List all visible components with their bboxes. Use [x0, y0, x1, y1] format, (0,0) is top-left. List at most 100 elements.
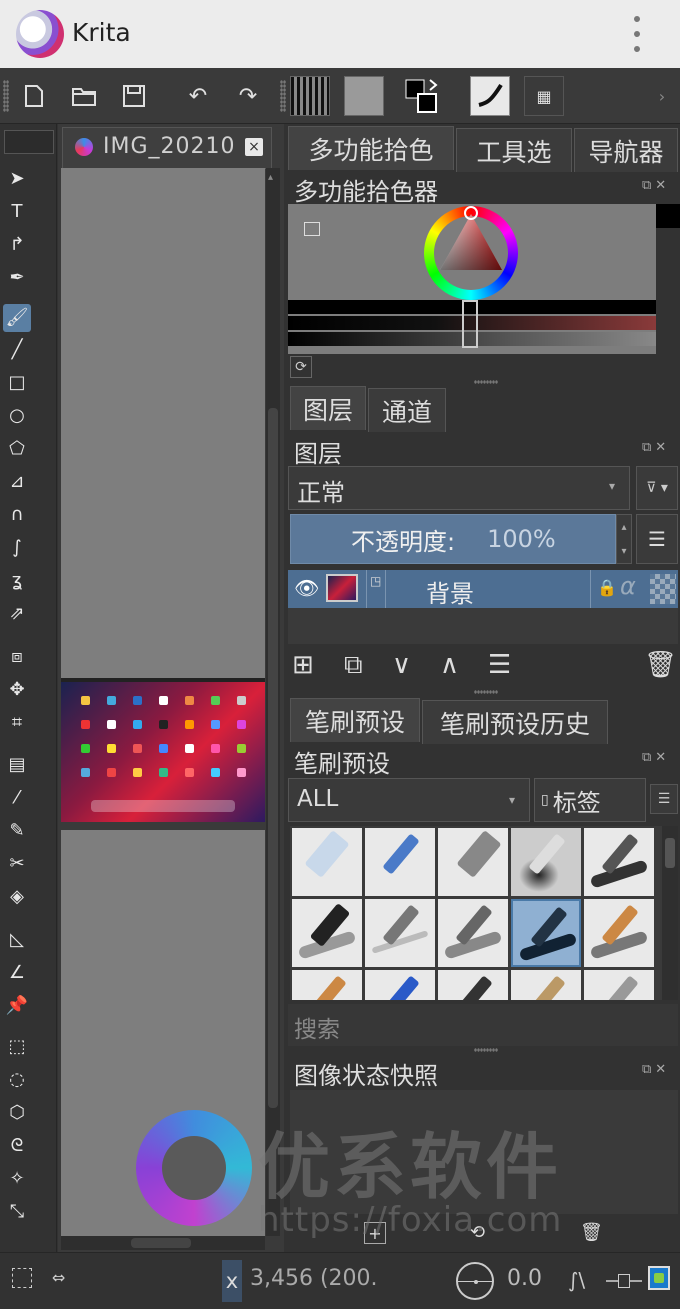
brush-preset-airbrush[interactable] — [511, 828, 581, 896]
opacity-slider[interactable]: 不透明度: 100% — [290, 514, 616, 564]
inherit-alpha-icon[interactable] — [650, 574, 676, 604]
splitter-grip[interactable] — [474, 1048, 498, 1052]
toolbar-grip-icon[interactable] — [280, 80, 286, 112]
gradient-tool-icon[interactable]: ▤ — [6, 754, 28, 776]
polygon-select-icon[interactable]: ⬡ — [6, 1102, 28, 1124]
brush-preset-eraser-soft[interactable] — [365, 828, 435, 896]
text-icon[interactable]: T — [6, 201, 28, 223]
gradient-icon[interactable] — [290, 76, 330, 116]
color-picker-icon[interactable]: ⁄ — [6, 787, 28, 809]
brush-preset-pencil[interactable] — [365, 899, 435, 967]
brush-filter-select[interactable]: ALL ▾ — [288, 778, 530, 822]
docker-float-close-icon[interactable]: ⧉✕ — [642, 750, 670, 765]
polygon-icon[interactable]: ⬠ — [6, 438, 28, 460]
measure-icon[interactable]: ∠ — [6, 962, 28, 984]
ellipse-icon[interactable]: ○ — [6, 405, 28, 427]
visibility-eye-icon[interactable]: 👁 — [294, 576, 319, 600]
smart-patch-icon[interactable]: ✂ — [6, 853, 28, 875]
layer-properties-icon[interactable]: ☰ — [636, 514, 678, 564]
select-shape-icon[interactable]: ➤ — [6, 168, 28, 190]
multibrush-icon[interactable]: ⇗ — [6, 603, 28, 625]
scrollbar-thumb[interactable] — [665, 838, 675, 868]
preset-view-menu-icon[interactable]: ☰ — [650, 784, 678, 814]
brush-preset-eraser[interactable] — [292, 828, 362, 896]
scrollbar-thumb[interactable] — [268, 408, 278, 1108]
brush-preset-ink[interactable] — [584, 828, 654, 896]
image-preview-icon[interactable] — [648, 1266, 670, 1290]
splitter-grip[interactable] — [474, 380, 498, 384]
colorize-mask-icon[interactable]: ✎ — [6, 820, 28, 842]
selection-display-icon[interactable] — [12, 1268, 32, 1288]
layer-name[interactable]: 背景 — [426, 574, 474, 609]
alpha-lock-icon[interactable]: α — [620, 572, 636, 600]
scroll-up-icon[interactable]: ▴ — [268, 172, 278, 183]
brush-preset-icon[interactable] — [470, 76, 510, 116]
reference-icon[interactable]: 📌 — [6, 995, 28, 1017]
freehand-path-icon[interactable]: ∫ — [6, 537, 28, 559]
edit-shape-icon[interactable]: ↱ — [6, 234, 28, 256]
transform-icon[interactable]: ⧈ — [6, 646, 28, 668]
hue-handle[interactable] — [464, 206, 478, 220]
brush-preset-paint[interactable] — [584, 899, 654, 967]
redo-icon[interactable]: ↷ — [228, 76, 268, 116]
brush-preset-row3-5[interactable] — [584, 970, 654, 1000]
freehand-select-icon[interactable]: ᘓ — [6, 1135, 28, 1157]
document-tab[interactable]: IMG_20210 × — [62, 127, 272, 169]
new-document-icon[interactable] — [14, 76, 54, 116]
duplicate-layer-icon[interactable]: ⧉ — [344, 650, 363, 681]
tab-channels[interactable]: 通道 — [368, 388, 446, 432]
opacity-spinner[interactable]: ▴ ▾ — [616, 514, 632, 564]
save-icon[interactable] — [114, 76, 154, 116]
docker-float-close-icon[interactable]: ⧉✕ — [642, 1062, 670, 1077]
move-down-icon[interactable]: ∨ — [392, 650, 411, 680]
calligraphy-icon[interactable]: ✒ — [6, 267, 28, 289]
magic-wand-icon[interactable]: ✧ — [6, 1168, 28, 1190]
lock-icon[interactable]: 🔒 — [590, 570, 618, 608]
bezier-select-icon[interactable]: ⤡ — [6, 1201, 28, 1223]
fit-width-icon[interactable]: ⇔ — [52, 1268, 65, 1287]
brush-preset-row3-2[interactable] — [365, 970, 435, 1000]
brush-grid-scrollbar[interactable] — [662, 826, 678, 1000]
scrollbar-thumb[interactable] — [131, 1238, 191, 1248]
layer-filter-icon[interactable]: ⊽ ▾ — [636, 466, 678, 510]
delete-snapshot-icon[interactable]: 🗑 — [580, 1222, 603, 1243]
brush-preset-row3-4[interactable] — [511, 970, 581, 1000]
vertical-scrollbar[interactable]: ▴ — [266, 168, 280, 1236]
undo-icon[interactable]: ↶ — [178, 76, 218, 116]
layer-row[interactable]: 👁 ◳ 背景 🔒 α — [288, 570, 678, 608]
color-selector-menu-icon[interactable] — [304, 222, 320, 236]
blend-mode-select[interactable]: 正常 ▾ — [288, 466, 630, 510]
line-icon[interactable]: ╱ — [6, 339, 28, 361]
toolbar-overflow-icon[interactable]: › — [652, 76, 672, 116]
zoom-slider[interactable] — [606, 1274, 642, 1288]
brush-preset-smudge[interactable] — [438, 828, 508, 896]
move-icon[interactable]: ✥ — [6, 679, 28, 701]
tab-navigator[interactable]: 导航器 — [574, 128, 678, 172]
tab-color-selector[interactable]: 多功能拾色 — [288, 126, 454, 170]
dynamic-brush-icon[interactable]: ʓ — [6, 570, 28, 592]
mirror-icon[interactable]: ∫\ — [568, 1268, 585, 1292]
brush-preset-pencil-dark[interactable] — [438, 899, 508, 967]
slider-handle[interactable] — [462, 300, 478, 348]
assistant-icon[interactable]: ◺ — [6, 929, 28, 951]
polyline-icon[interactable]: ⊿ — [6, 471, 28, 493]
brush-preset-selected[interactable] — [511, 899, 581, 967]
add-layer-icon[interactable]: ⊞ — [292, 650, 314, 680]
brush-search-input[interactable]: 搜索 — [288, 1004, 678, 1046]
close-icon[interactable]: × — [245, 138, 263, 156]
refresh-icon[interactable]: ⟳ — [290, 356, 312, 378]
zoom-slider-handle[interactable] — [618, 1274, 630, 1288]
crop-icon[interactable]: ⌗ — [6, 712, 28, 734]
toolbar-grip-icon[interactable] — [3, 80, 9, 112]
tab-brush-history[interactable]: 笔刷预设历史 — [422, 700, 608, 744]
open-folder-icon[interactable] — [64, 76, 104, 116]
rotation-dial-icon[interactable] — [456, 1262, 494, 1300]
workspace-icon[interactable]: ▦ — [524, 76, 564, 116]
tag-button[interactable]: ▯ 标签 — [534, 778, 646, 822]
tab-brush-presets[interactable]: 笔刷预设 — [290, 698, 420, 742]
docker-float-close-icon[interactable]: ⧉✕ — [642, 440, 670, 455]
horizontal-scrollbar[interactable] — [61, 1236, 265, 1250]
layer-settings-icon[interactable]: ☰ — [488, 650, 511, 680]
brush-preset-row3-3[interactable] — [438, 970, 508, 1000]
tab-tool-options[interactable]: 工具选 — [456, 128, 572, 172]
